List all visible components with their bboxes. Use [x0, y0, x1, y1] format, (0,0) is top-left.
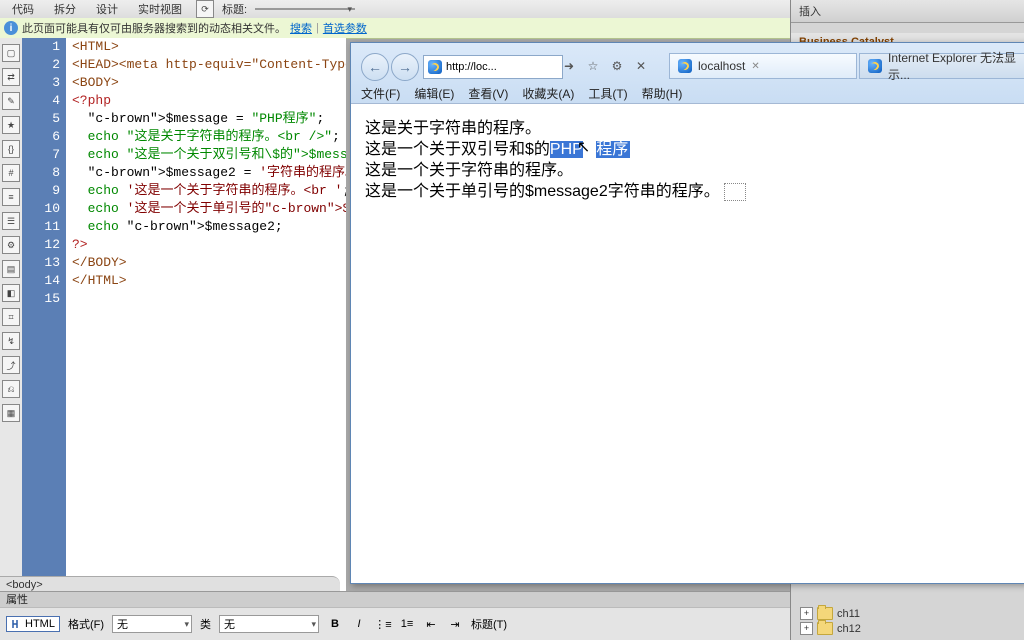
properties-panel: HTML 格式(F) 无 类 无 B I ⋮≡ 1≡ ⇤ ⇥ 标题(T)	[0, 607, 790, 640]
tab-localhost[interactable]: localhost ✕	[669, 53, 857, 79]
rail-icon[interactable]: {}	[2, 140, 20, 158]
html-label: HTML	[25, 618, 55, 630]
menu-item[interactable]: 工具(T)	[588, 85, 627, 102]
cursor-icon: ↖	[577, 138, 590, 158]
rail-icon[interactable]: ▢	[2, 44, 20, 62]
info-text: 此页面可能具有仅可由服务器搜索到的动态相关文件。	[22, 20, 286, 36]
properties-header[interactable]: 属性	[0, 591, 790, 608]
title-input[interactable]	[255, 8, 355, 10]
address-bar[interactable]: http://loc...	[423, 55, 563, 79]
format-label: 格式(F)	[68, 616, 104, 632]
expand-icon[interactable]: +	[800, 607, 813, 620]
code-toolbar-rail: ▢ ⇄ ✎ ★ {} # ≡ ☰ ⚙ ▤ ◧ ⌗ ↯ ⤴ ⎌ ▦	[0, 38, 23, 592]
search-link[interactable]: 搜索	[290, 20, 312, 36]
title-button-label: 标题(T)	[471, 616, 507, 632]
output-line: 这是一个关于双引号和$的PHP↖程序	[365, 140, 1012, 160]
folder-icon	[817, 607, 833, 620]
tree-label: ch12	[837, 623, 861, 635]
ie-header: ← → http://loc... ➜ ☆ ⚙ ✕ localhost ✕ In…	[351, 43, 1024, 104]
tree-label: ch11	[837, 608, 860, 620]
list-ol-button[interactable]: 1≡	[399, 616, 415, 632]
address-tools: ➜ ☆ ⚙ ✕	[559, 55, 651, 77]
ie-icon	[678, 59, 692, 73]
rail-icon[interactable]: ↯	[2, 332, 20, 350]
url-text: http://loc...	[446, 61, 497, 73]
go-icon[interactable]: ➜	[559, 56, 579, 76]
btn-code[interactable]: 代码	[6, 1, 40, 17]
gear-icon[interactable]: ⚙	[607, 56, 627, 76]
btn-split[interactable]: 拆分	[48, 1, 82, 17]
output-line: 这是一个关于字符串的程序。	[365, 161, 1012, 181]
class-label: 类	[200, 616, 211, 632]
rail-icon[interactable]: ≡	[2, 188, 20, 206]
rail-icon[interactable]: ★	[2, 116, 20, 134]
ie-tabstrip: localhost ✕ Internet Explorer 无法显示...	[669, 53, 1024, 79]
ie-icon	[868, 59, 882, 73]
rail-icon[interactable]: ⇄	[2, 68, 20, 86]
text: 这是一个关于双引号和$的	[365, 141, 550, 158]
html-mode-button[interactable]: HTML	[6, 616, 60, 632]
info-icon: i	[4, 21, 18, 35]
rail-icon[interactable]: ▤	[2, 260, 20, 278]
btn-design[interactable]: 设计	[90, 1, 124, 17]
menu-item[interactable]: 文件(F)	[361, 85, 400, 102]
refresh-icon[interactable]: ⟳	[196, 0, 214, 18]
ie-browser-window: ← → http://loc... ➜ ☆ ⚙ ✕ localhost ✕ In…	[350, 42, 1024, 584]
rail-icon[interactable]: #	[2, 164, 20, 182]
tab-label: Internet Explorer 无法显示...	[888, 49, 1024, 83]
resize-ghost-icon	[724, 183, 746, 201]
output-line: 这是关于字符串的程序。	[365, 119, 1012, 139]
rail-icon[interactable]: ◧	[2, 284, 20, 302]
list-ul-button[interactable]: ⋮≡	[375, 616, 391, 632]
rail-icon[interactable]: ⚙	[2, 236, 20, 254]
title-label: 标题:	[222, 1, 247, 17]
format-select[interactable]: 无	[112, 615, 192, 633]
rail-icon[interactable]: ⌗	[2, 308, 20, 326]
related-files-bar: i 此页面可能具有仅可由服务器搜索到的动态相关文件。 搜索 | 首选参数	[0, 18, 790, 39]
tab-error[interactable]: Internet Explorer 无法显示...	[859, 53, 1024, 79]
tag-selector[interactable]: <body>	[0, 576, 340, 592]
folder-icon	[817, 622, 833, 635]
code-editor[interactable]: <HTML><HEAD><meta http-equiv="Content-Ty…	[66, 38, 346, 592]
ie-icon	[428, 60, 442, 74]
file-tree: + ch11 + ch12	[800, 606, 1020, 636]
fav-icon[interactable]: ☆	[583, 56, 603, 76]
expand-icon[interactable]: +	[800, 622, 813, 635]
line-gutter: 123456789101112131415	[22, 38, 66, 592]
rail-icon[interactable]: ☰	[2, 212, 20, 230]
forward-button[interactable]: →	[391, 53, 419, 81]
back-button[interactable]: ←	[361, 53, 389, 81]
rail-icon[interactable]: ▦	[2, 404, 20, 422]
ie-page-content[interactable]: 这是关于字符串的程序。 这是一个关于双引号和$的PHP↖程序 这是一个关于字符串…	[351, 105, 1024, 583]
tab-label: localhost	[698, 59, 745, 73]
rail-icon[interactable]: ✎	[2, 92, 20, 110]
btn-live[interactable]: 实时视图	[132, 1, 188, 17]
rail-icon[interactable]: ⤴	[2, 356, 20, 374]
menu-item[interactable]: 收藏夹(A)	[522, 85, 574, 102]
indent-button[interactable]: ⇥	[447, 616, 463, 632]
selection: 程序	[596, 141, 630, 158]
menu-item[interactable]: 帮助(H)	[642, 85, 683, 102]
menu-item[interactable]: 查看(V)	[468, 85, 508, 102]
close-icon[interactable]: ✕	[751, 61, 759, 72]
outdent-button[interactable]: ⇤	[423, 616, 439, 632]
stop-icon[interactable]: ✕	[631, 56, 651, 76]
italic-button[interactable]: I	[351, 616, 367, 632]
text: 这是一个关于单引号的$message2字符串的程序。	[365, 183, 720, 200]
ie-menubar: 文件(F) 编辑(E) 查看(V) 收藏夹(A) 工具(T) 帮助(H)	[361, 85, 682, 102]
prefs-link[interactable]: 首选参数	[323, 20, 367, 36]
class-select[interactable]: 无	[219, 615, 319, 633]
tree-item-ch12[interactable]: + ch12	[800, 621, 1020, 636]
menu-item[interactable]: 编辑(E)	[414, 85, 454, 102]
rail-icon[interactable]: ⎌	[2, 380, 20, 398]
output-line: 这是一个关于单引号的$message2字符串的程序。	[365, 182, 1012, 202]
bold-button[interactable]: B	[327, 616, 343, 632]
panel-insert[interactable]: 插入	[791, 0, 1024, 23]
tree-item-ch11[interactable]: + ch11	[800, 606, 1020, 621]
